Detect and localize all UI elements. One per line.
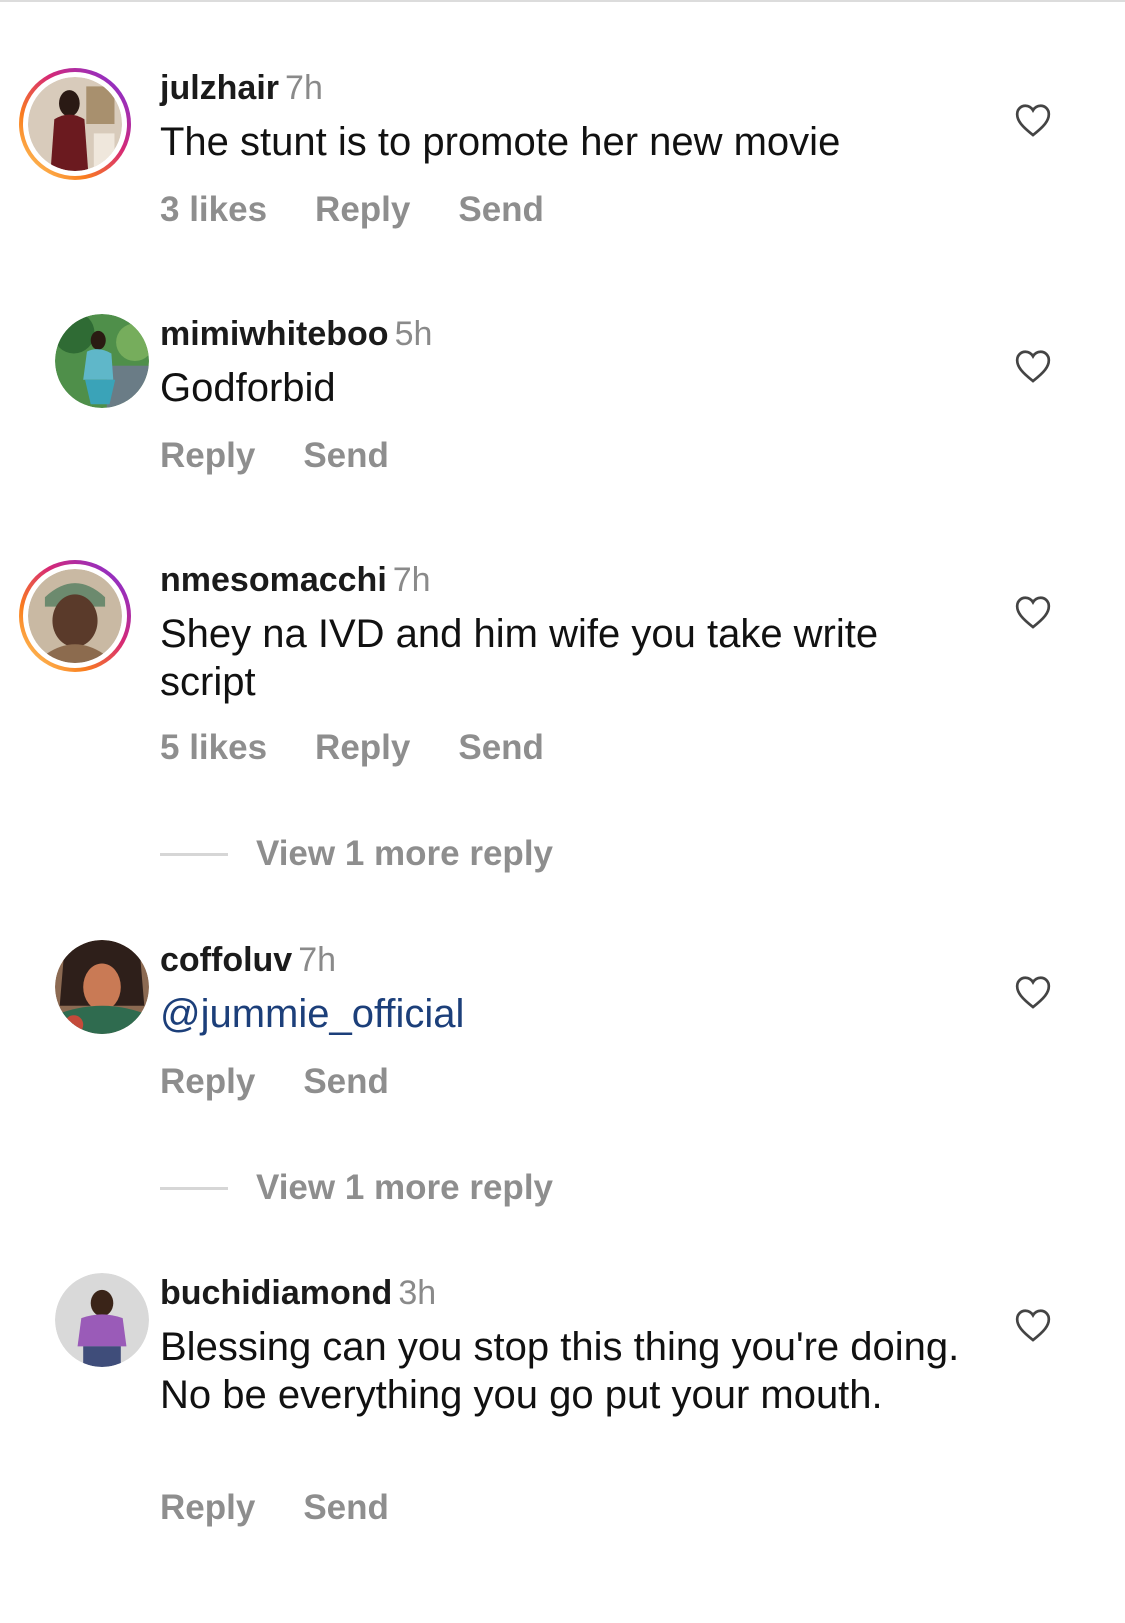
comment-header: julzhair 7h	[160, 68, 323, 108]
timestamp: 5h	[394, 315, 433, 353]
reply-button[interactable]: Reply	[160, 1488, 255, 1527]
reply-button[interactable]: Reply	[315, 190, 410, 229]
heart-outline-icon[interactable]	[1014, 102, 1052, 138]
reply-button[interactable]: Reply	[160, 436, 255, 475]
replies-divider	[160, 1187, 228, 1190]
timestamp: 7h	[285, 69, 323, 107]
send-button[interactable]: Send	[303, 1488, 389, 1527]
view-more-replies-label[interactable]: View 1 more reply	[256, 834, 553, 874]
avatar-wrapper[interactable]	[19, 940, 149, 1052]
comment-header: nmesomacchi 7h	[160, 560, 431, 600]
comment-header: buchidiamond 3h	[160, 1273, 436, 1313]
comment-actions: 5 likes Reply Send	[160, 728, 592, 768]
username[interactable]: mimiwhiteboo	[160, 315, 389, 353]
timestamp: 7h	[298, 941, 337, 979]
heart-outline-icon[interactable]	[1014, 348, 1052, 384]
send-button[interactable]: Send	[458, 190, 544, 229]
username[interactable]: buchidiamond	[160, 1274, 392, 1312]
comment-header: coffoluv 7h	[160, 940, 336, 980]
heart-outline-icon[interactable]	[1014, 974, 1052, 1010]
avatar	[28, 569, 122, 663]
avatar-wrapper[interactable]	[19, 1273, 149, 1385]
avatar	[55, 1273, 149, 1367]
top-divider	[0, 0, 1125, 2]
comment-actions: Reply Send	[160, 436, 437, 476]
reply-button[interactable]: Reply	[160, 1062, 255, 1101]
comment-actions: Reply Send	[160, 1062, 437, 1102]
replies-divider	[160, 853, 228, 856]
view-more-replies-label[interactable]: View 1 more reply	[256, 1168, 553, 1208]
comment-text: Godforbid	[160, 366, 336, 410]
reply-button[interactable]: Reply	[315, 728, 410, 767]
send-button[interactable]: Send	[303, 1062, 389, 1101]
comment-text: The stunt is to promote her new movie	[160, 120, 841, 164]
avatar	[28, 77, 122, 171]
comment-actions: Reply Send	[160, 1488, 437, 1528]
username[interactable]: coffoluv	[160, 941, 292, 979]
timestamp: 3h	[398, 1274, 437, 1312]
username[interactable]: julzhair	[160, 69, 279, 107]
comment-header: mimiwhiteboo 5h	[160, 314, 432, 354]
avatar	[55, 314, 149, 408]
heart-outline-icon[interactable]	[1014, 1307, 1052, 1343]
comment-text: Shey na IVD and him wife you take write …	[160, 612, 879, 704]
avatar	[55, 940, 149, 1034]
comment-actions: 3 likes Reply Send	[160, 190, 592, 230]
comment-text: Blessing can you stop this thing you're …	[160, 1325, 960, 1417]
heart-outline-icon[interactable]	[1014, 594, 1052, 630]
avatar-story-ring[interactable]	[19, 560, 131, 672]
likes-count[interactable]: 3 likes	[160, 190, 267, 229]
avatar-story-ring[interactable]	[19, 68, 131, 180]
timestamp: 7h	[392, 561, 431, 599]
mention-link[interactable]: @jummie_official	[160, 990, 960, 1038]
likes-count[interactable]: 5 likes	[160, 728, 267, 767]
username[interactable]: nmesomacchi	[160, 561, 387, 599]
avatar-wrapper[interactable]	[19, 314, 149, 426]
send-button[interactable]: Send	[458, 728, 544, 767]
send-button[interactable]: Send	[303, 436, 389, 475]
